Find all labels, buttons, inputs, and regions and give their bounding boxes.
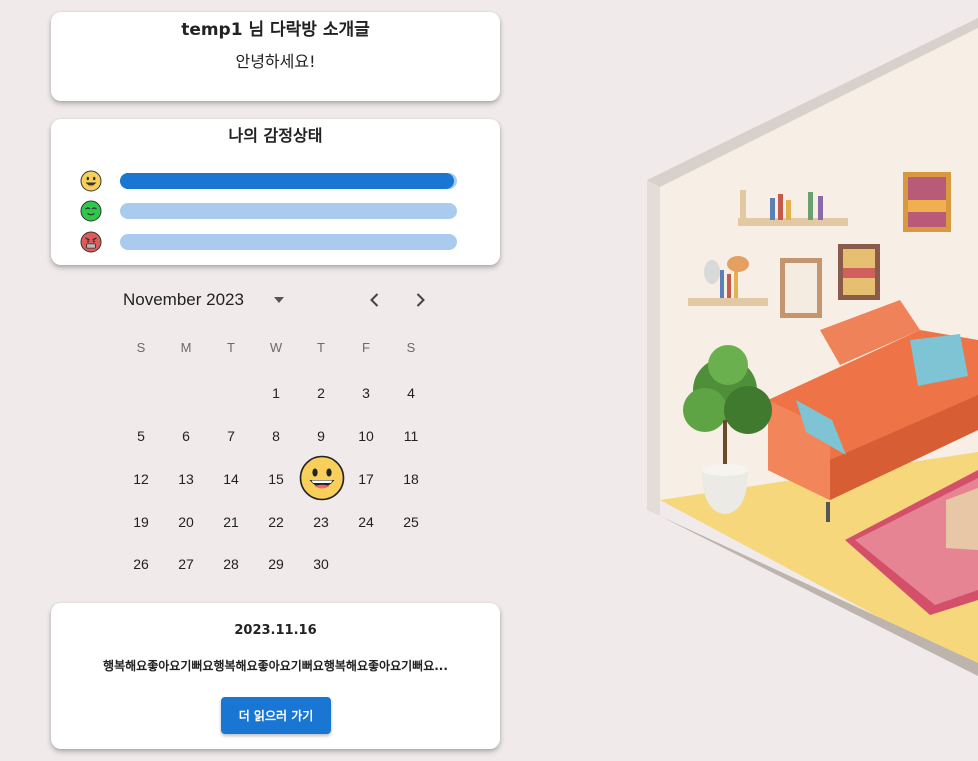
calendar-day[interactable]: 8 [256, 428, 296, 444]
emotion-title: 나의 감정상태 [228, 126, 323, 145]
angry-red-face-icon [80, 231, 102, 253]
emotion-track-angry [120, 234, 457, 250]
weekday-label: F [362, 340, 370, 355]
calendar-day[interactable]: 6 [166, 428, 206, 444]
calendar-day[interactable]: 13 [166, 471, 206, 487]
intro-title: temp1 님 다락방 소개글 [181, 20, 370, 40]
emotion-card: 나의 감정상태 [51, 119, 500, 265]
chevron-left-icon[interactable] [365, 290, 385, 310]
calendar-day[interactable]: 3 [346, 385, 386, 401]
calendar-day[interactable]: 4 [391, 385, 431, 401]
calendar-day[interactable]: 11 [391, 428, 431, 444]
emotion-row-calm [51, 200, 500, 224]
calendar-day[interactable]: 21 [211, 514, 251, 530]
calm-green-face-icon [80, 200, 102, 222]
weekday-label: M [180, 340, 192, 355]
calendar-day[interactable]: 5 [121, 428, 161, 444]
emotion-track-happy [120, 173, 457, 189]
intro-text: 안녕하세요! [235, 52, 316, 71]
emotion-row-angry [51, 231, 500, 255]
intro-card: temp1 님 다락방 소개글 안녕하세요! [51, 12, 500, 101]
weekday-label: S [136, 340, 146, 355]
calendar-day[interactable]: 30 [301, 556, 341, 572]
calendar-day[interactable]: 25 [391, 514, 431, 530]
weekday-label: S [406, 340, 416, 355]
weekday-label: T [317, 340, 325, 355]
calendar-day[interactable]: 29 [256, 556, 296, 572]
happy-face-icon[interactable] [299, 455, 345, 501]
diary-date: 2023.11.16 [234, 623, 317, 638]
chevron-right-icon[interactable] [410, 290, 430, 310]
diary-preview-card: 2023.11.16 행복해요좋아요기뻐요행복해요좋아요기뻐요행복해요좋아요기뻐… [51, 603, 500, 749]
calendar-day[interactable]: 7 [211, 428, 251, 444]
emotion-fill-happy [120, 173, 454, 189]
calendar-day[interactable]: 2 [301, 385, 341, 401]
diary-excerpt: 행복해요좋아요기뻐요행복해요좋아요기뻐요행복해요좋아요기뻐요... [103, 659, 448, 673]
calendar-day[interactable]: 23 [301, 514, 341, 530]
calendar-day[interactable]: 17 [346, 471, 386, 487]
calendar-day[interactable]: 27 [166, 556, 206, 572]
calendar-day[interactable]: 15 [256, 471, 296, 487]
calendar-day[interactable]: 22 [256, 514, 296, 530]
calendar-day[interactable]: 26 [121, 556, 161, 572]
isometric-living-room-illustration [647, 18, 978, 676]
calendar-day[interactable]: 18 [391, 471, 431, 487]
calendar-day[interactable]: 1 [256, 385, 296, 401]
calendar-day[interactable]: 28 [211, 556, 251, 572]
calendar-month-label[interactable]: November 2023 [123, 290, 244, 310]
calendar-day[interactable]: 12 [121, 471, 161, 487]
calendar-day[interactable]: 20 [166, 514, 206, 530]
calendar-day[interactable]: 9 [301, 428, 341, 444]
calendar-day[interactable]: 19 [121, 514, 161, 530]
calendar-day[interactable]: 24 [346, 514, 386, 530]
calendar: November 2023 SMTWTFS 1 2 3 4 5 6 7 8 9 10 11 12 13 1… [51, 282, 500, 588]
weekday-label: W [269, 340, 283, 355]
weekday-label: T [227, 340, 235, 355]
caret-down-icon[interactable] [271, 294, 287, 306]
calendar-day[interactable]: 14 [211, 471, 251, 487]
read-more-button[interactable]: 더 읽으러 가기 [221, 697, 331, 734]
emotion-track-calm [120, 203, 457, 219]
happy-face-icon [80, 170, 102, 192]
calendar-day[interactable]: 10 [346, 428, 386, 444]
emotion-row-happy [51, 170, 500, 194]
